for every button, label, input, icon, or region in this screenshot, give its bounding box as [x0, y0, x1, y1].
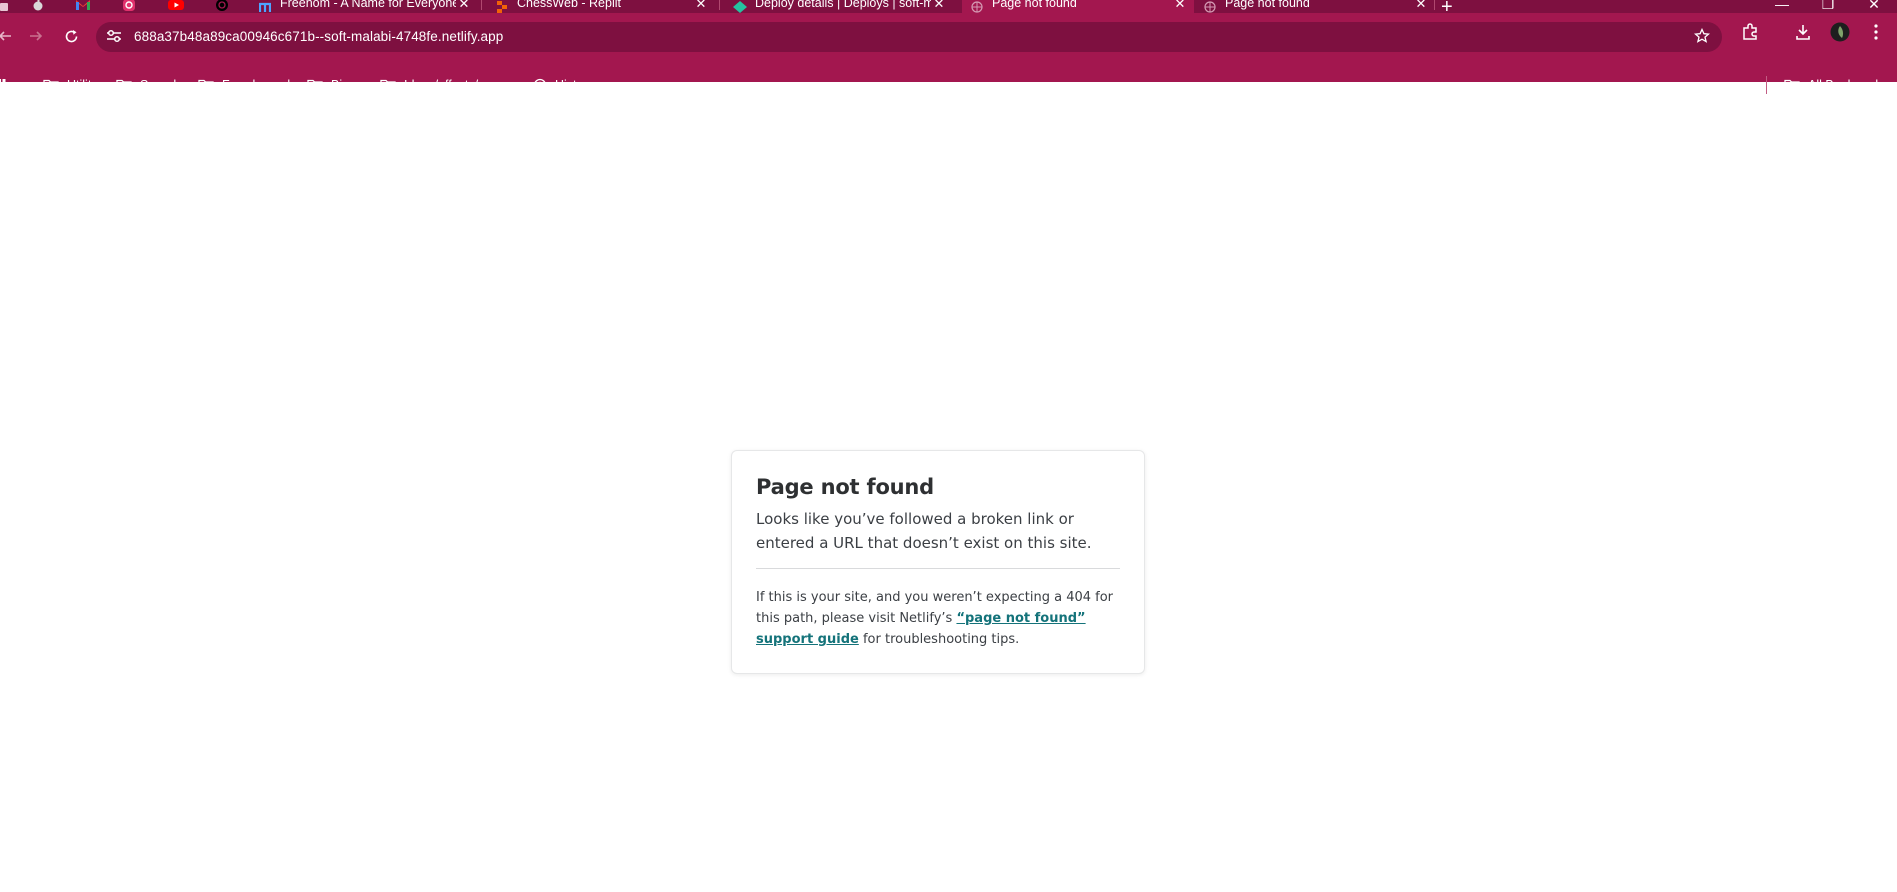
tab-chessweb[interactable]: ChessWeb - Replit ✕: [495, 0, 709, 13]
bookmarks-divider: [1766, 76, 1767, 94]
tab-strip: Freenom - A Name for Everyone ✕ ChessWeb…: [0, 0, 1897, 18]
bookmark-label: Sounds: [140, 78, 183, 92]
instagram-icon[interactable]: [119, 0, 139, 13]
folder-icon: [198, 79, 214, 92]
download-icon[interactable]: [1792, 21, 1814, 43]
site-info-icon[interactable]: [106, 29, 122, 48]
replit-icon: [495, 0, 509, 13]
bookmark-label: Binge: [331, 78, 363, 92]
close-icon[interactable]: ✕: [456, 0, 472, 10]
not-found-card: Page not found Looks like you’ve followe…: [731, 450, 1145, 674]
all-bookmarks-button[interactable]: All Bookmarks: [1784, 72, 1888, 98]
tab-page-not-found-active[interactable]: Page not found ✕: [962, 0, 1194, 13]
tab-freenom[interactable]: Freenom - A Name for Everyone ✕: [258, 0, 472, 13]
back-button[interactable]: [0, 23, 18, 49]
globe-icon: [1203, 0, 1217, 13]
bookmark-label: Utility: [67, 78, 98, 92]
divider: [756, 568, 1120, 569]
avatar[interactable]: [1829, 21, 1851, 43]
folder-icon: [380, 79, 396, 92]
tab-title: Freenom - A Name for Everyone: [280, 0, 456, 10]
close-icon[interactable]: ✕: [1172, 0, 1188, 10]
restore-button[interactable]: ❐: [1808, 0, 1848, 13]
bookmark-folder-fav-channels[interactable]: Fav channels: [198, 72, 296, 98]
address-bar[interactable]: 688a37b48a89ca00946c671b--soft-malabi-47…: [96, 22, 1722, 52]
netlify-icon: [733, 0, 747, 13]
bookmark-label: Fav channels: [222, 78, 297, 92]
tab-divider: [719, 0, 720, 10]
window-close-button[interactable]: ✕: [1854, 0, 1894, 13]
bookmark-folder-sounds[interactable]: Sounds: [116, 72, 182, 98]
bookmark-folder-ideas[interactable]: Ideas/effects/scenc...: [380, 72, 521, 98]
tab-deploy-details[interactable]: Deploy details | Deploys | soft-malabi ✕: [733, 0, 947, 13]
apps-grid-icon[interactable]: [0, 72, 18, 98]
history-icon: [533, 78, 547, 92]
folder-icon: [43, 79, 59, 92]
tab-title: Page not found: [992, 0, 1077, 10]
gmail-icon[interactable]: [73, 0, 93, 13]
page-description: Looks like you’ve followed a broken link…: [756, 510, 1092, 552]
page-title: Page not found: [756, 475, 935, 499]
forward-button[interactable]: [23, 23, 49, 49]
close-icon[interactable]: ✕: [931, 0, 947, 10]
folder-icon: [1784, 79, 1800, 92]
extensions-icon[interactable]: [1739, 21, 1761, 43]
help-text-after: for troubleshooting tips.: [858, 632, 1020, 647]
tab-title: ChessWeb - Replit: [517, 0, 621, 10]
tab-title: Page not found: [1225, 0, 1310, 10]
close-icon[interactable]: ✕: [1413, 0, 1429, 10]
bookmark-label: Ideas/effects/scenc...: [404, 78, 522, 92]
bookmark-folder-utility[interactable]: Utility: [43, 72, 98, 98]
pinned-tab[interactable]: [0, 0, 14, 13]
reload-button[interactable]: [58, 23, 84, 49]
threads-icon[interactable]: [212, 0, 232, 13]
tab-divider: [1434, 0, 1435, 10]
all-bookmarks-label: All Bookmarks: [1808, 78, 1888, 92]
globe-icon: [970, 0, 984, 13]
url-text: 688a37b48a89ca00946c671b--soft-malabi-47…: [134, 29, 504, 44]
bookmarks-bar: Utility Sounds Fav channels Binge Ideas/…: [0, 72, 1897, 98]
bookmark-folder-binge[interactable]: Binge: [307, 72, 363, 98]
folder-icon: [116, 79, 132, 92]
tab-title: Deploy details | Deploys | soft-malabi: [755, 0, 931, 10]
help-text: If this is your site, and you weren’t ex…: [756, 587, 1126, 650]
minimize-button[interactable]: —: [1762, 0, 1802, 12]
bookmark-star-icon[interactable]: [1693, 27, 1711, 49]
freenom-icon: [258, 1, 272, 13]
bookmark-history[interactable]: History: [533, 72, 594, 98]
apple-icon[interactable]: [28, 0, 48, 13]
tab-page-not-found[interactable]: Page not found ✕: [1203, 0, 1429, 13]
tab-divider: [481, 0, 482, 10]
folder-icon: [307, 79, 323, 92]
close-icon[interactable]: ✕: [693, 0, 709, 10]
bookmark-label: History: [555, 78, 594, 92]
youtube-icon[interactable]: [166, 0, 186, 13]
menu-kebab-icon[interactable]: [1865, 21, 1887, 43]
